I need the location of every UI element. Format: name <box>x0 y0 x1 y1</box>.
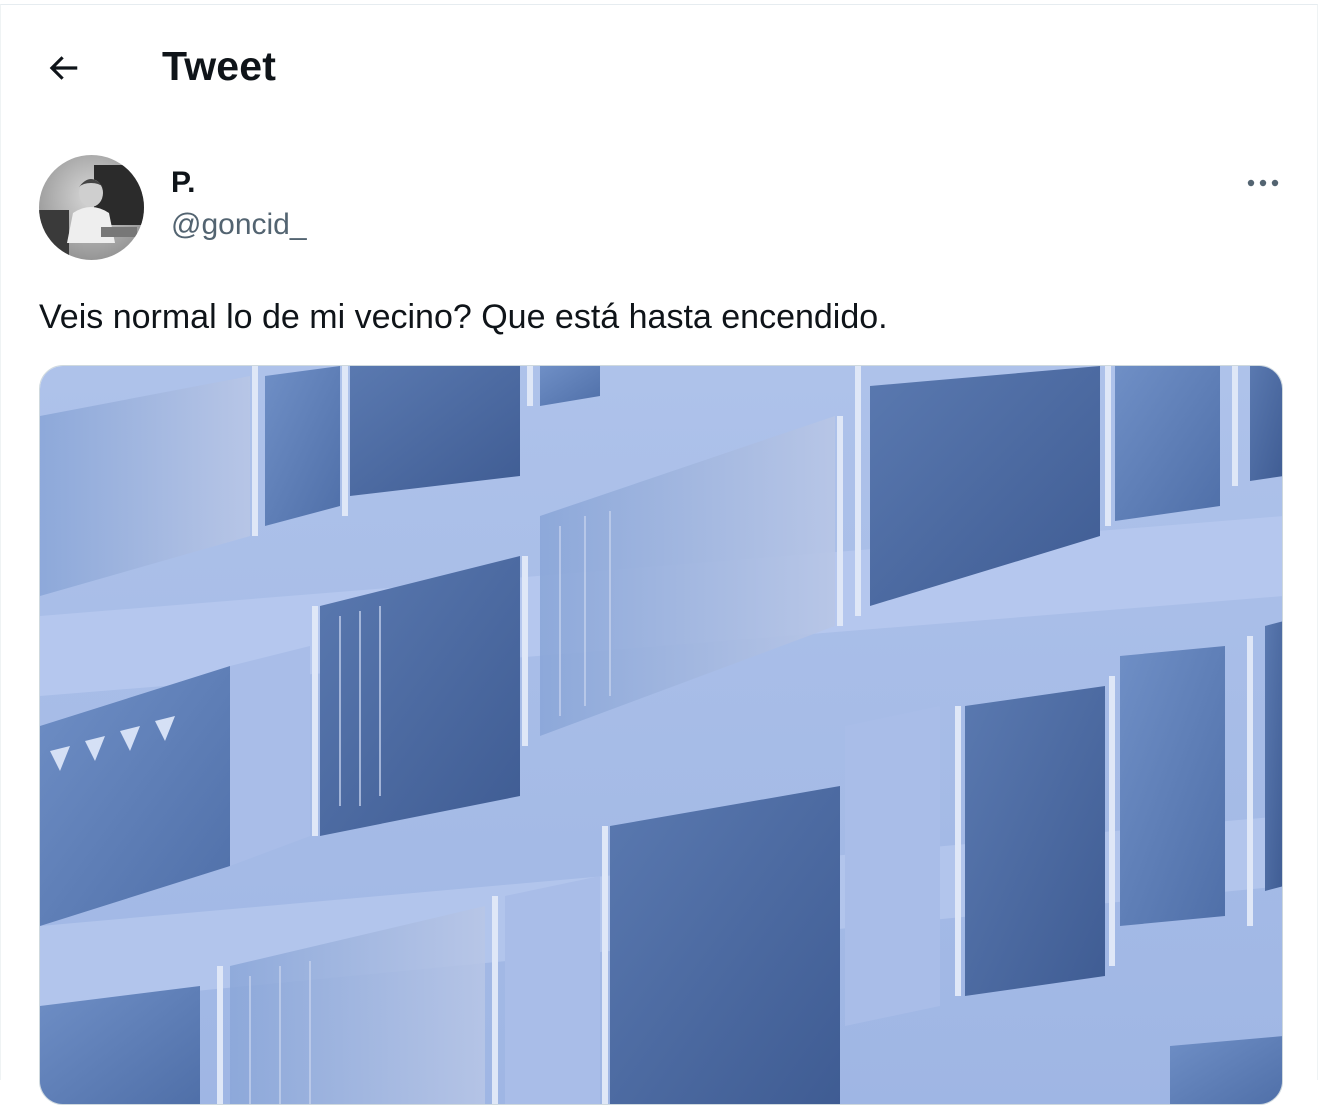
page-title: Tweet <box>162 43 277 89</box>
tweet-page: Tweet P. @goncid_ Veis normal lo de mi v… <box>0 4 1318 1105</box>
author-handle[interactable]: @goncid_ <box>171 208 307 242</box>
tweet-media-photo[interactable] <box>39 365 1283 1105</box>
author-display-name[interactable]: P. <box>171 166 195 200</box>
back-button[interactable] <box>27 35 99 101</box>
more-horizontal-icon <box>1247 179 1279 187</box>
arrow-left-icon <box>49 56 78 80</box>
building-facade-photo <box>40 366 1282 1104</box>
tweet-text: Veis normal lo de mi vecino? Que está ha… <box>39 298 888 336</box>
more-options-button[interactable] <box>1233 160 1293 206</box>
page-header: Tweet <box>1 5 1317 125</box>
avatar[interactable] <box>39 155 144 260</box>
avatar-photo <box>39 155 144 260</box>
